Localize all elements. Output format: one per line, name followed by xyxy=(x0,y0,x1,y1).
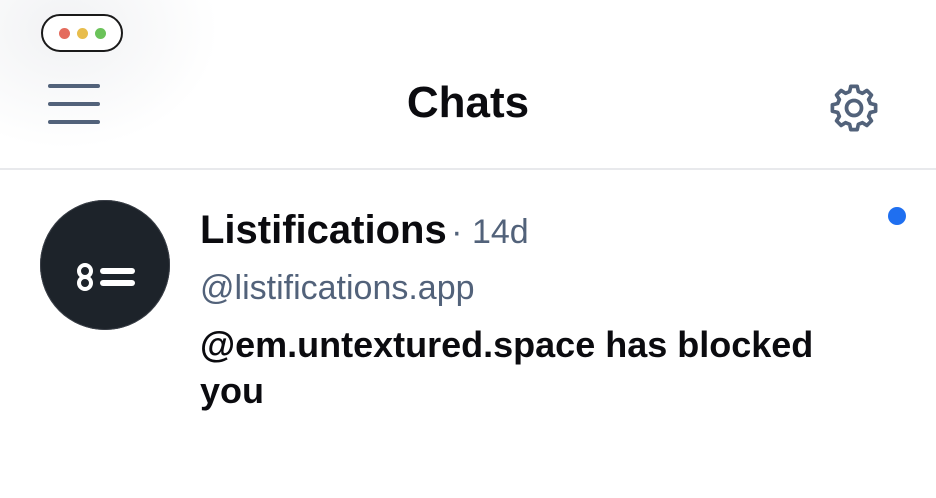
chats-screen: Chats Listifications · 14d @listificatio… xyxy=(0,0,936,498)
chat-message-preview: @em.untextured.space has blocked you xyxy=(200,324,814,411)
chat-name: Listifications xyxy=(200,208,447,252)
chat-title-line: Listifications · 14d xyxy=(200,206,529,263)
minimize-dot-icon[interactable] xyxy=(76,27,88,39)
chat-timestamp: 14d xyxy=(471,213,529,251)
maximize-dot-icon[interactable] xyxy=(94,27,106,39)
separator-dot: · xyxy=(451,213,472,251)
unread-indicator-icon xyxy=(888,207,906,225)
page-title: Chats xyxy=(406,78,530,127)
header: Chats xyxy=(0,60,936,168)
gear-icon[interactable] xyxy=(826,80,882,136)
header-divider xyxy=(0,168,936,170)
list-icon xyxy=(77,263,135,291)
chat-handle: @listifications.app xyxy=(200,269,475,307)
close-dot-icon[interactable] xyxy=(58,27,70,39)
chat-list-item[interactable]: Listifications · 14d @listifications.app… xyxy=(0,172,936,432)
window-controls xyxy=(41,14,123,52)
gear-icon-graphic xyxy=(830,84,878,132)
avatar[interactable] xyxy=(40,200,170,330)
